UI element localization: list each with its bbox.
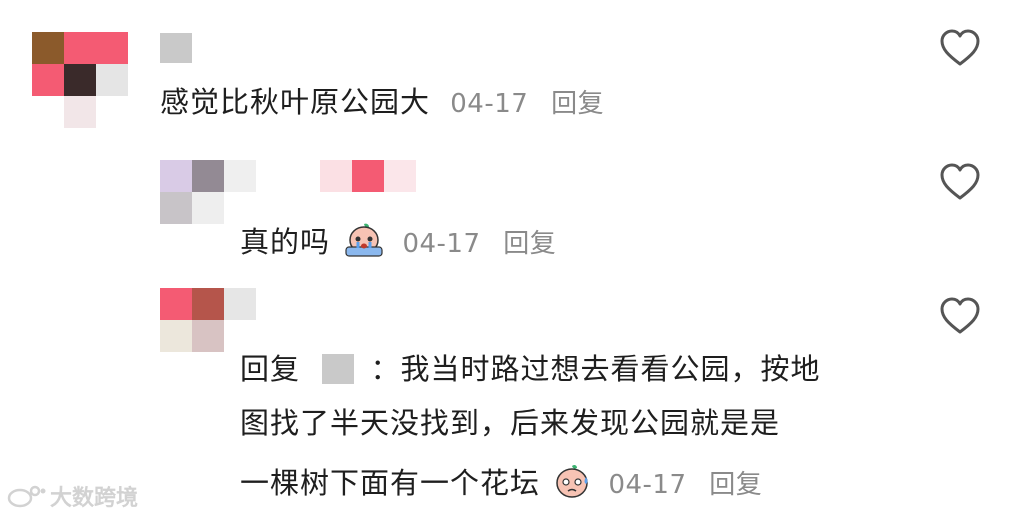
reply-button[interactable]: 回复 bbox=[503, 229, 556, 259]
comment-date: 04-17 bbox=[608, 470, 687, 500]
heart-outline-icon[interactable] bbox=[938, 28, 982, 68]
weibo-logo-icon bbox=[7, 485, 46, 508]
comment-date: 04-17 bbox=[450, 89, 529, 119]
reply-colon: ： bbox=[370, 352, 401, 386]
heart-outline-icon[interactable] bbox=[938, 296, 982, 336]
watermark-text: 大数跨境 bbox=[50, 486, 139, 511]
comment-body: 真的吗 bbox=[240, 225, 331, 259]
comment-text: 感觉比秋叶原公园大 04-17 回复 bbox=[160, 85, 604, 119]
username-redacted[interactable] bbox=[160, 33, 192, 63]
avatar[interactable] bbox=[160, 160, 224, 224]
comment-text: 真的吗 04-17 回复 bbox=[240, 222, 556, 258]
crying-emoji-icon bbox=[345, 223, 383, 257]
comment-body-line1: 我当时路过想去看看公园，按地 bbox=[400, 352, 821, 386]
comment-body-line3: 一棵树下面有一个花坛 bbox=[240, 466, 541, 500]
comment-line3: 一棵树下面有一个花坛 04-17 回复 bbox=[240, 463, 762, 499]
comment-body-line2: 图找了半天没找到，后来发现公园就是是 bbox=[240, 406, 781, 440]
avatar[interactable] bbox=[32, 32, 128, 128]
sweat-emoji-icon bbox=[556, 464, 588, 498]
reply-button[interactable]: 回复 bbox=[709, 470, 762, 500]
comment-body: 感觉比秋叶原公园大 bbox=[160, 85, 431, 119]
watermark: 大数跨境 bbox=[6, 480, 138, 512]
avatar[interactable] bbox=[160, 288, 256, 352]
comment-text: 回复 ：我当时路过想去看看公园，按地 bbox=[240, 354, 820, 384]
username-redacted[interactable] bbox=[224, 160, 416, 192]
reply-button[interactable]: 回复 bbox=[551, 89, 604, 119]
comment-date: 04-17 bbox=[402, 229, 481, 259]
username-redacted[interactable] bbox=[322, 354, 355, 384]
heart-outline-icon[interactable] bbox=[938, 162, 982, 202]
reply-prefix: 回复 bbox=[240, 352, 301, 386]
